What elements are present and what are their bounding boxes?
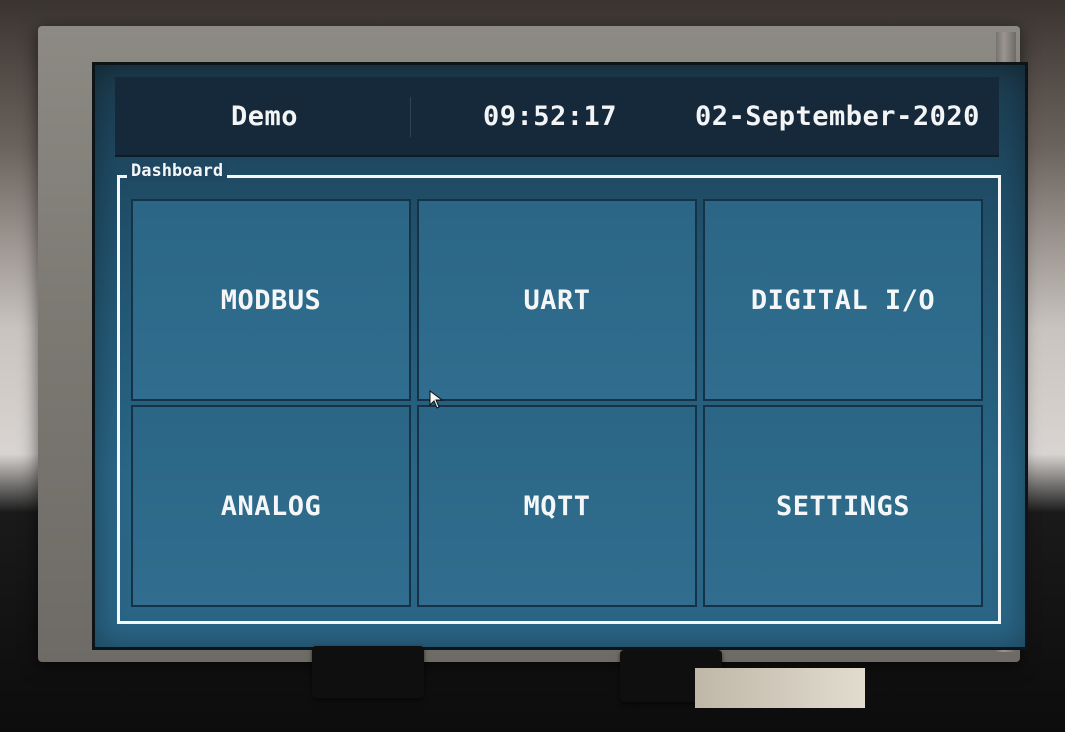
digital-io-button[interactable]: DIGITAL I/O xyxy=(703,199,983,401)
settings-button[interactable]: SETTINGS xyxy=(703,405,983,607)
tile-label: UART xyxy=(523,284,591,316)
tile-label: ANALOG xyxy=(220,490,322,522)
tile-label: DIGITAL I/O xyxy=(750,284,936,316)
lcd-screen: Demo 09:52:17 02-September-2020 Dashboar… xyxy=(92,62,1028,650)
clock-time: 09:52:17 xyxy=(483,101,618,132)
mqtt-button[interactable]: MQTT xyxy=(417,405,697,607)
modbus-button[interactable]: MODBUS xyxy=(131,199,411,401)
header-bar: Demo 09:52:17 02-September-2020 xyxy=(115,77,999,157)
dashboard-label: Dashboard xyxy=(127,161,228,181)
mouse-pointer-icon xyxy=(429,390,444,409)
uart-button[interactable]: UART xyxy=(417,199,697,401)
header-divider xyxy=(410,97,411,137)
tile-label: SETTINGS xyxy=(775,490,911,522)
stand-clip-left xyxy=(312,646,424,698)
device-bezel: Demo 09:52:17 02-September-2020 Dashboar… xyxy=(38,26,1028,662)
tile-label: MODBUS xyxy=(220,284,322,316)
analog-button[interactable]: ANALOG xyxy=(131,405,411,607)
app-title: Demo xyxy=(231,101,299,132)
clock-date: 02-September-2020 xyxy=(695,101,980,132)
tile-label: MQTT xyxy=(523,490,591,522)
ribbon-cable xyxy=(695,668,865,708)
